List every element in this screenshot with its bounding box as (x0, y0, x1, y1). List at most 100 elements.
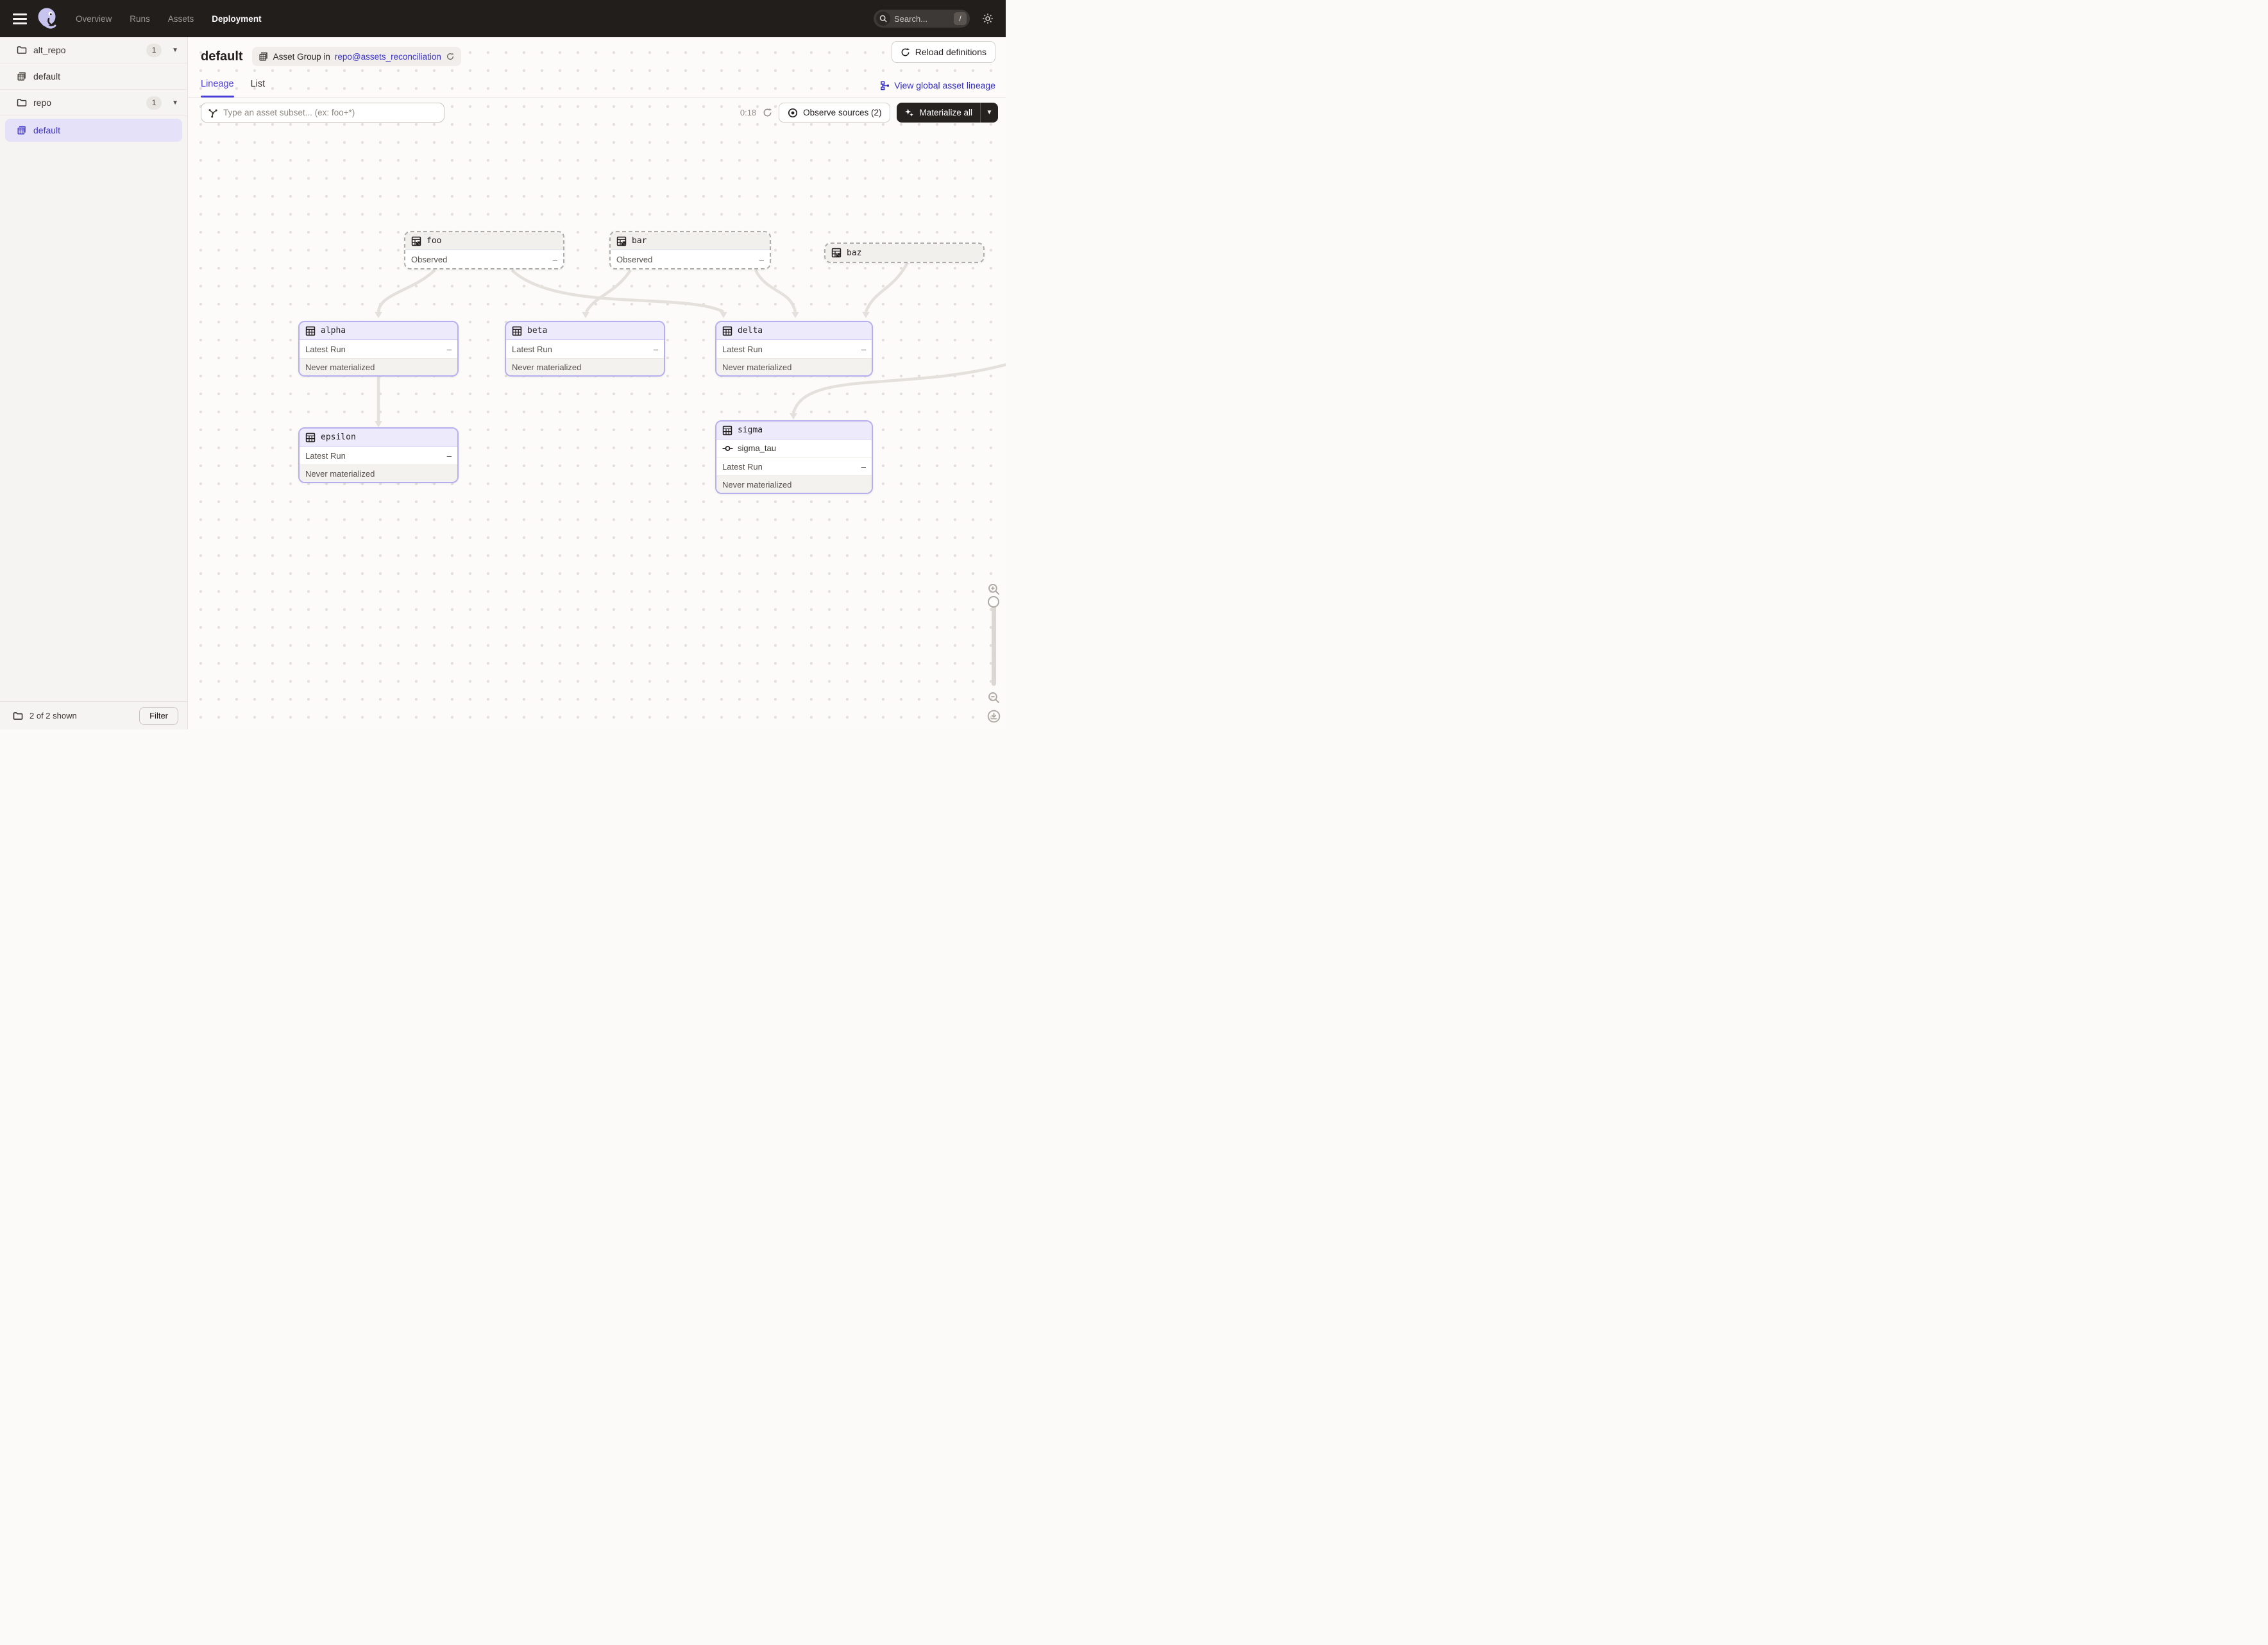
asset-status-label: Observed (616, 255, 652, 264)
asset-status-row: Never materialized (300, 358, 457, 375)
asset-node-baz[interactable]: baz (824, 243, 985, 263)
nav-item-assets[interactable]: Assets (168, 14, 194, 24)
asset-status-row: Latest Run– (716, 340, 872, 358)
download-image-icon[interactable] (987, 710, 1001, 723)
tab-list[interactable]: List (251, 79, 266, 97)
asset-node-beta[interactable]: beta Latest Run – Never materialized (505, 321, 665, 377)
edge-foo-to-delta (512, 270, 724, 312)
observe-sources-button[interactable]: Observe sources (2) (779, 103, 890, 123)
asset-count-badge: 1 (146, 44, 162, 57)
asset-node-epsilon[interactable]: epsilonLatest Run–Never materialized (298, 427, 459, 483)
edge-arrowhead (720, 312, 727, 318)
sidebar-footer: 2 of 2 shown Filter (0, 701, 187, 729)
asset-status-label: Latest Run (305, 345, 346, 354)
edge-bar-to-beta (586, 270, 630, 312)
asset-node-header: alpha (300, 322, 457, 340)
eye-icon (788, 108, 798, 118)
asset-status-value: – (861, 462, 866, 472)
materialize-options-caret[interactable]: ▼ (981, 103, 998, 123)
zoom-slider-knob[interactable] (988, 596, 999, 608)
search-box[interactable]: / (874, 10, 970, 28)
asset-status-label: Never materialized (512, 362, 581, 372)
asset-group-icon (258, 51, 269, 62)
chevron-down-icon[interactable]: ▼ (172, 99, 178, 107)
shown-count-label: 2 of 2 shown (30, 711, 77, 720)
refresh-location-icon[interactable] (446, 52, 455, 61)
edge-arrowhead (582, 312, 589, 318)
asset-node-alpha[interactable]: alpha Latest Run – Never materialized (298, 321, 459, 377)
filter-button[interactable]: Filter (139, 707, 178, 725)
asset-node-header: epsilon (300, 429, 457, 447)
asset-name: delta (738, 326, 763, 336)
reload-icon (901, 47, 910, 57)
refresh-graph-icon[interactable] (763, 108, 772, 117)
asset-name: alpha (321, 326, 346, 336)
asset-status-row: Never materialized (716, 475, 872, 493)
hamburger-menu-icon[interactable] (0, 0, 27, 37)
asset-node-sigma[interactable]: sigmasigma_tauLatest Run–Never materiali… (715, 420, 873, 494)
settings-gear-icon[interactable] (981, 12, 994, 25)
asset-status-row: Observed– (405, 250, 563, 268)
view-global-asset-lineage-link[interactable]: View global asset lineage (880, 80, 995, 90)
asset-status-value: – (759, 255, 764, 264)
sidebar-item-label: default (33, 125, 178, 135)
asset-node-header: bar (611, 232, 770, 250)
asset-status-label: Never materialized (722, 480, 791, 490)
asset-status-label: Observed (411, 255, 447, 264)
asset-node-header: delta (716, 322, 872, 340)
sidebar-item-default-selected[interactable]: default (0, 116, 187, 144)
asset-node-header: foo (405, 232, 563, 250)
nav-items: Overview Runs Assets Deployment (76, 14, 262, 24)
asset-count-badge: 1 (146, 96, 162, 110)
asset-group-breadcrumb: Asset Group in repo@assets_reconciliatio… (252, 47, 461, 66)
asset-check-row[interactable]: sigma_tau (716, 439, 872, 457)
materialize-all-button[interactable]: Materialize all ▼ (897, 103, 998, 123)
sidebar-item-default[interactable]: default (0, 64, 187, 90)
sidebar-item-alt_repo[interactable]: alt_repo1▼ (0, 37, 187, 64)
asset-status-row: Never materialized (300, 465, 457, 482)
asset-status-value: – (447, 345, 452, 354)
tabs-row: Lineage List View global asset lineage (188, 72, 1006, 98)
chevron-down-icon[interactable]: ▼ (172, 47, 178, 54)
zoom-out-icon[interactable] (988, 692, 1000, 704)
repo-location-link[interactable]: repo@assets_reconciliation (335, 52, 441, 62)
asset-status-row: Latest Run– (300, 447, 457, 465)
zoom-in-icon[interactable] (988, 583, 1000, 595)
asset-node-foo[interactable]: foo Observed– (404, 231, 564, 269)
top-nav: Overview Runs Assets Deployment / (0, 0, 1006, 37)
nav-item-deployment[interactable]: Deployment (212, 14, 261, 24)
dagster-logo-icon[interactable] (35, 6, 60, 31)
asset-name: foo (427, 236, 441, 246)
asset-status-value: – (654, 345, 658, 354)
observe-sources-label: Observe sources (2) (803, 108, 881, 117)
main-panel: default Asset Group in repo@assets_recon… (188, 37, 1006, 729)
tab-lineage[interactable]: Lineage (201, 79, 234, 97)
sidebar-item-repo[interactable]: repo1▼ (0, 90, 187, 116)
search-shortcut-key: / (954, 12, 967, 25)
asset-status-row: Latest Run – (506, 340, 664, 358)
nav-item-runs[interactable]: Runs (130, 14, 150, 24)
breadcrumb-prefix: Asset Group in (273, 52, 330, 62)
asset-node-header: beta (506, 322, 664, 340)
edge-arrowhead (790, 413, 797, 420)
lineage-icon (880, 81, 890, 90)
search-input[interactable] (890, 14, 954, 24)
asset-status-label: Latest Run (512, 345, 552, 354)
asset-node-bar[interactable]: bar Observed – (609, 231, 771, 269)
asset-name: beta (527, 326, 547, 336)
lineage-graph-canvas[interactable]: fooObserved–barObserved–bazalphaLatest R… (188, 98, 1006, 729)
asset-status-label: Latest Run (722, 345, 763, 354)
asset-subset-filter[interactable] (201, 103, 444, 123)
zoom-slider[interactable] (992, 601, 996, 686)
asset-status-row: Observed – (611, 250, 770, 268)
edge-arrowhead (375, 312, 382, 318)
asset-node-header: baz (825, 244, 983, 262)
asset-status-label: Latest Run (722, 462, 763, 472)
asset-status-label: Never materialized (722, 362, 791, 372)
folder-icon (13, 711, 23, 721)
asset-node-delta[interactable]: delta Latest Run– Never materialized (715, 321, 873, 377)
asset-subset-input[interactable] (223, 108, 437, 117)
nav-item-overview[interactable]: Overview (76, 14, 112, 24)
reload-definitions-button[interactable]: Reload definitions (892, 41, 995, 63)
asset-status-label: Never materialized (305, 362, 375, 372)
